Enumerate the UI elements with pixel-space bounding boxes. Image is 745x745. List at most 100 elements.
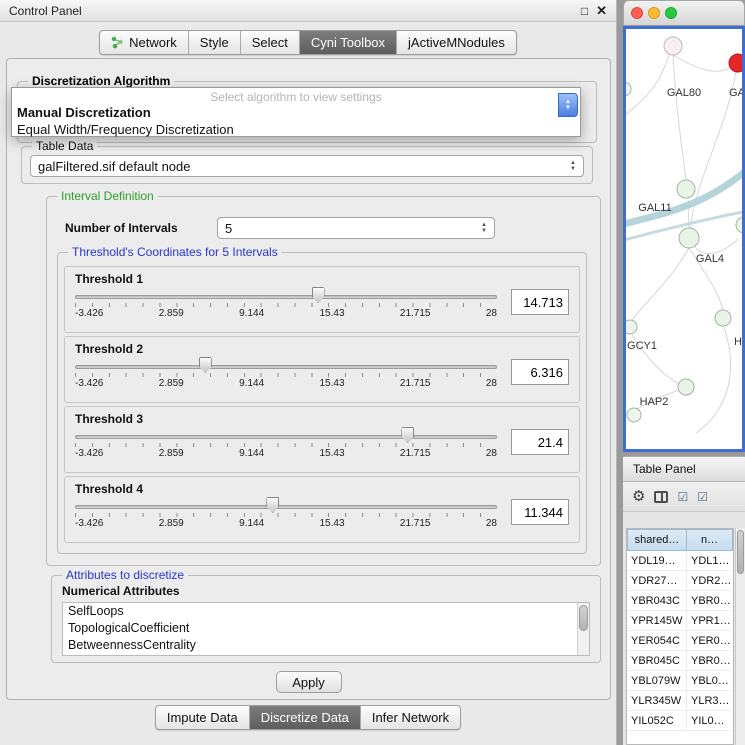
threshold-1-value-input[interactable] xyxy=(511,289,569,315)
table-scrollbar[interactable] xyxy=(735,528,745,745)
node[interactable] xyxy=(736,217,742,233)
table-cell[interactable]: YBL0… xyxy=(687,671,733,690)
table-row[interactable]: YBL079W YBL0… xyxy=(627,671,733,691)
table-row[interactable]: YBR045C YBR0… xyxy=(627,651,733,671)
close-traffic-light-icon[interactable] xyxy=(631,7,643,19)
table-data-combobox[interactable]: galFiltered.sif default node ▲▼ xyxy=(30,155,584,177)
list-item[interactable]: BetweennessCentrality xyxy=(63,637,589,654)
bottom-tabbar: Impute Data Discretize Data Infer Networ… xyxy=(0,705,616,730)
threshold-4-value-input[interactable] xyxy=(511,499,569,525)
node[interactable] xyxy=(626,82,631,96)
table-row[interactable]: YPR145W YPR1… xyxy=(627,611,733,631)
node-gal11[interactable] xyxy=(677,180,695,198)
table-cell[interactable]: YBL079W xyxy=(627,671,687,690)
table-row[interactable]: YBR043C YBR0… xyxy=(627,591,733,611)
slider-thumb[interactable] xyxy=(312,287,325,303)
table-cell[interactable]: YBR045C xyxy=(627,651,687,670)
tab-style[interactable]: Style xyxy=(189,31,241,54)
threshold-3-slider[interactable]: -3.426 2.859 9.144 15.43 21.715 28 xyxy=(75,427,497,461)
slider-track[interactable] xyxy=(75,295,497,299)
table-cell[interactable]: YER054C xyxy=(627,631,687,650)
list-item[interactable]: SelfLoops xyxy=(63,603,589,620)
algorithm-option-manual[interactable]: Manual Discretization xyxy=(12,104,580,121)
threshold-1-panel: Threshold 1 -3.426 2.859 9.144 15.43 xyxy=(64,266,580,333)
threshold-4-slider[interactable]: -3.426 2.859 9.144 15.43 21.715 28 xyxy=(75,497,497,531)
tab-jactivemnodules[interactable]: jActiveMNodules xyxy=(397,31,516,54)
table-cell[interactable]: YBR0… xyxy=(687,591,733,610)
apply-button[interactable]: Apply xyxy=(276,671,342,693)
scrollbar-thumb[interactable] xyxy=(737,530,744,574)
threshold-3-value-input[interactable] xyxy=(511,429,569,455)
threshold-2-slider[interactable]: -3.426 2.859 9.144 15.43 21.715 28 xyxy=(75,357,497,391)
select-none-icon[interactable]: ☑ xyxy=(697,491,708,503)
gear-icon[interactable]: ⚙ xyxy=(632,489,645,504)
tab-impute-data[interactable]: Impute Data xyxy=(156,706,250,729)
columns-icon[interactable] xyxy=(654,491,668,503)
column-header-shared-name[interactable]: shared… xyxy=(627,529,687,551)
node-selected-red[interactable] xyxy=(729,54,742,72)
table-cell[interactable]: YBR0… xyxy=(687,651,733,670)
float-window-icon[interactable]: □ xyxy=(581,5,588,17)
node-hap2[interactable] xyxy=(678,379,694,395)
table-cell[interactable]: YDR27… xyxy=(627,571,687,590)
number-of-intervals-combobox[interactable]: 5 ▲▼ xyxy=(217,217,495,239)
minimize-traffic-light-icon[interactable] xyxy=(648,7,660,19)
scale-label: 28 xyxy=(486,518,497,529)
combo-down-icon: ▼ xyxy=(565,105,571,111)
interval-definition-group: Interval Definition Number of Intervals … xyxy=(46,196,601,566)
node-gal80[interactable] xyxy=(664,37,682,55)
tab-jactivemnodules-label: jActiveMNodules xyxy=(408,35,505,50)
list-item[interactable]: TopologicalCoefficient xyxy=(63,620,589,637)
slider-track[interactable] xyxy=(75,365,497,369)
slider-ticks xyxy=(75,373,497,377)
algorithm-combo-arrow-button[interactable]: ▲ ▼ xyxy=(558,93,578,117)
table-cell[interactable]: YDL1… xyxy=(687,551,733,570)
scrollbar-thumb[interactable] xyxy=(579,605,588,631)
table-cell[interactable]: YPR1… xyxy=(687,611,733,630)
node[interactable] xyxy=(715,310,731,326)
combo-spinner-icon: ▲▼ xyxy=(481,222,487,234)
table-row[interactable]: YDL19… YDL1… xyxy=(627,551,733,571)
table-cell[interactable]: YDL19… xyxy=(627,551,687,570)
table-cell[interactable]: YIL052C xyxy=(627,711,687,730)
node-gal4[interactable] xyxy=(679,228,699,248)
slider-track[interactable] xyxy=(75,505,497,509)
table-row[interactable]: YER054C YER0… xyxy=(627,631,733,651)
table-cell[interactable]: YPR145W xyxy=(627,611,687,630)
close-icon[interactable]: ✕ xyxy=(596,5,607,17)
slider-thumb[interactable] xyxy=(266,497,279,513)
select-all-icon[interactable]: ☑ xyxy=(677,491,688,503)
zoom-traffic-light-icon[interactable] xyxy=(665,7,677,19)
table-row[interactable]: YIL052C YIL0… xyxy=(627,711,733,731)
slider-track[interactable] xyxy=(75,435,497,439)
table-cell[interactable]: YDR2… xyxy=(687,571,733,590)
column-header-name[interactable]: n… xyxy=(687,529,733,551)
node[interactable] xyxy=(627,408,641,422)
tab-cyni-toolbox-label: Cyni Toolbox xyxy=(311,35,385,50)
table-row[interactable]: YLR345W YLR3… xyxy=(627,691,733,711)
table-cell[interactable]: YIL0… xyxy=(687,711,733,730)
table-data-group: Table Data galFiltered.sif default node … xyxy=(21,146,593,184)
tab-cyni-toolbox[interactable]: Cyni Toolbox xyxy=(300,31,397,54)
network-window-titlebar[interactable] xyxy=(623,0,745,26)
node-gcy1[interactable] xyxy=(626,320,637,334)
tab-select[interactable]: Select xyxy=(241,31,300,54)
tab-network[interactable]: Network xyxy=(100,31,189,54)
tab-infer-network-label: Infer Network xyxy=(372,710,449,725)
slider-thumb[interactable] xyxy=(401,427,414,443)
threshold-2-value-input[interactable] xyxy=(511,359,569,385)
node-label: GAL11 xyxy=(638,202,671,214)
table-cell[interactable]: YLR345W xyxy=(627,691,687,710)
tab-infer-network[interactable]: Infer Network xyxy=(361,706,460,729)
table-cell[interactable]: YER0… xyxy=(687,631,733,650)
threshold-2-label: Threshold 2 xyxy=(65,337,579,357)
slider-thumb[interactable] xyxy=(199,357,212,373)
table-cell[interactable]: YBR043C xyxy=(627,591,687,610)
table-row[interactable]: YDR27… YDR2… xyxy=(627,571,733,591)
table-cell[interactable]: YLR3… xyxy=(687,691,733,710)
attributes-scrollbar[interactable] xyxy=(577,603,589,655)
tab-discretize-data[interactable]: Discretize Data xyxy=(250,706,361,729)
threshold-1-slider[interactable]: -3.426 2.859 9.144 15.43 21.715 28 xyxy=(75,287,497,321)
network-canvas[interactable]: GAL80 GA GAL11 GAL4 GCY1 H HAP2 xyxy=(626,29,742,449)
algorithm-option-equal-width[interactable]: Equal Width/Frequency Discretization xyxy=(12,121,580,138)
